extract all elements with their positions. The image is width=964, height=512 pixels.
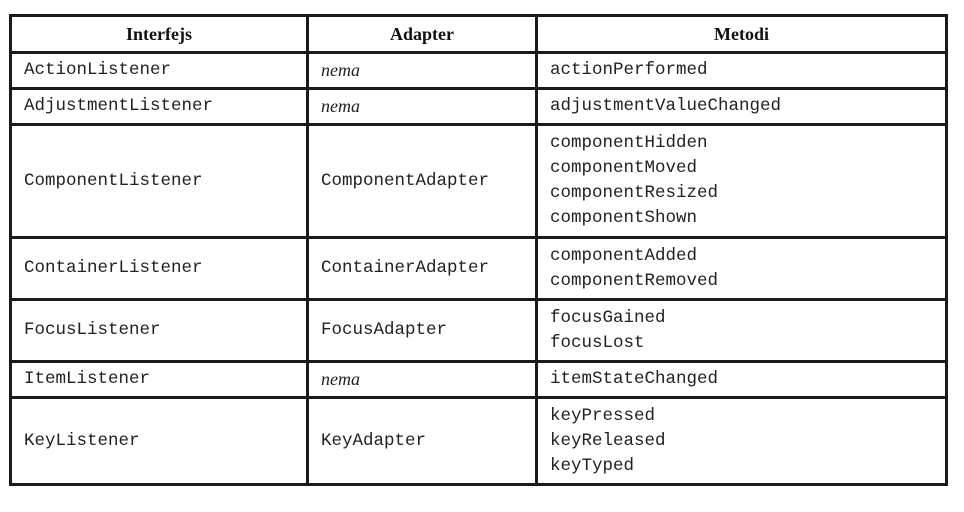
method-name: componentAdded <box>550 245 698 266</box>
adapter-cell: nema <box>306 360 538 399</box>
method-name: keyTyped <box>550 455 635 476</box>
method-name: actionPerformed <box>550 60 708 80</box>
table-row: AdjustmentListener nema adjustmentValueC… <box>9 87 948 126</box>
method-name: componentMoved <box>550 158 698 178</box>
method-name: itemStateChanged <box>550 369 719 389</box>
table-row: ItemListener nema itemStateChanged <box>9 360 948 399</box>
adapter-cell: ContainerAdapter <box>306 236 538 301</box>
methods-cell: keyPressed keyReleased keyTyped <box>535 396 948 486</box>
interface-cell: KeyListener <box>9 396 309 486</box>
method-name: componentRemoved <box>550 270 719 291</box>
methods-cell: itemStateChanged <box>535 360 948 399</box>
adapter-cell: KeyAdapter <box>306 396 538 486</box>
method-name: componentShown <box>550 208 698 228</box>
interface-cell: ComponentListener <box>9 123 309 239</box>
header-methods: Metodi <box>535 14 948 54</box>
listener-table: Interfejs Adapter Metodi ActionListener … <box>9 14 948 486</box>
interface-cell: ContainerListener <box>9 236 309 301</box>
table-header: Interfejs Adapter Metodi <box>9 14 948 54</box>
methods-cell: componentAdded componentRemoved <box>535 236 948 301</box>
header-adapter: Adapter <box>306 14 538 54</box>
adapter-cell: FocusAdapter <box>306 298 538 363</box>
table-body: ActionListener nema actionPerformed Adju… <box>9 51 948 486</box>
adapter-cell: ComponentAdapter <box>306 123 538 239</box>
table-row: KeyListener KeyAdapter keyPressed keyRel… <box>9 396 948 486</box>
adapter-cell: nema <box>306 87 538 126</box>
adapter-cell: nema <box>306 51 538 90</box>
method-name: componentHidden <box>550 133 708 153</box>
table-row: FocusListener FocusAdapter focusGained f… <box>9 298 948 363</box>
table-row: ActionListener nema actionPerformed <box>9 51 948 90</box>
methods-cell: adjustmentValueChanged <box>535 87 948 126</box>
interface-cell: ActionListener <box>9 51 309 90</box>
interface-cell: ItemListener <box>9 360 309 399</box>
methods-cell: focusGained focusLost <box>535 298 948 363</box>
method-name: keyReleased <box>550 430 666 451</box>
method-name: focusLost <box>550 332 645 353</box>
table-row: ComponentListener ComponentAdapter compo… <box>9 123 948 239</box>
method-name: componentResized <box>550 183 719 203</box>
table-row: ContainerListener ContainerAdapter compo… <box>9 236 948 301</box>
method-name: adjustmentValueChanged <box>550 96 782 116</box>
methods-cell: actionPerformed <box>535 51 948 90</box>
methods-cell: componentHidden componentMoved component… <box>535 123 948 239</box>
header-interface: Interfejs <box>9 14 309 54</box>
interface-cell: FocusListener <box>9 298 309 363</box>
method-name: keyPressed <box>550 405 656 426</box>
method-name: focusGained <box>550 307 666 328</box>
interface-cell: AdjustmentListener <box>9 87 309 126</box>
header-row: Interfejs Adapter Metodi <box>9 14 948 54</box>
